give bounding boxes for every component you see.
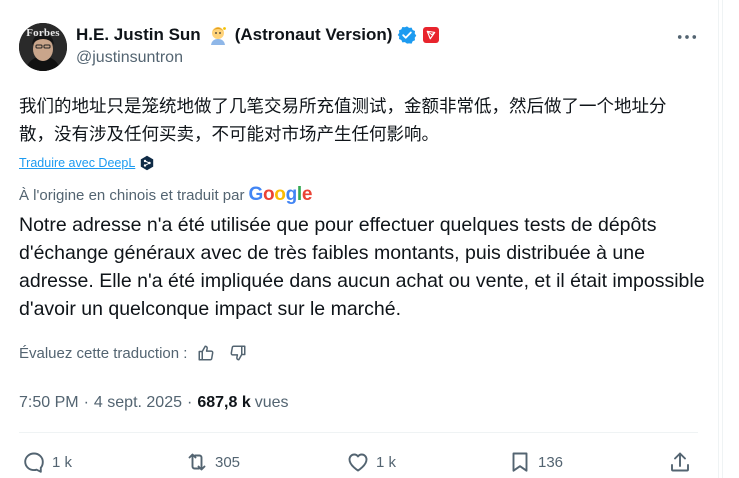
rate-translation-row: Évaluez cette traduction : bbox=[19, 344, 247, 362]
bookmark-button[interactable]: 136 bbox=[508, 450, 563, 474]
share-button[interactable] bbox=[668, 450, 692, 474]
deepl-icon bbox=[139, 155, 155, 171]
reply-button[interactable]: 1 k bbox=[22, 450, 72, 474]
deepl-translate-row: Traduire avec DeepL bbox=[19, 155, 155, 171]
tweet-original-text: 我们的地址只是笼统地做了几笔交易所充值测试，金额非常低，然后做了一个地址分散，没… bbox=[19, 96, 667, 144]
bookmark-icon bbox=[512, 452, 528, 472]
tweet-card: Forbes H.E. Justin Sun (Astronaut Versio… bbox=[0, 0, 719, 478]
tweet-header: H.E. Justin Sun (Astronaut Version) @jus… bbox=[76, 24, 718, 72]
more-dots-icon bbox=[677, 35, 697, 39]
bookmark-count: 136 bbox=[538, 453, 564, 471]
scrollbar[interactable] bbox=[722, 0, 739, 478]
user-handle[interactable]: @justinsuntron bbox=[76, 49, 718, 67]
tweet-metadata: 7:50 PM · 4 sept. 2025 · 687,8 k vues bbox=[19, 394, 289, 412]
divider bbox=[19, 432, 698, 433]
verified-badge-icon[interactable] bbox=[397, 25, 417, 45]
translate-with-deepl-link[interactable]: Traduire avec DeepL bbox=[19, 156, 135, 170]
reply-count: 1 k bbox=[52, 453, 73, 471]
avatar[interactable]: Forbes bbox=[19, 23, 67, 71]
repost-button[interactable]: 305 bbox=[185, 450, 240, 474]
like-button[interactable]: 1 k bbox=[346, 450, 396, 474]
repost-count: 305 bbox=[215, 453, 241, 471]
heart-icon bbox=[348, 453, 368, 472]
reply-icon bbox=[24, 452, 44, 473]
thumbs-up-icon[interactable] bbox=[197, 344, 215, 362]
google-logo: Google bbox=[248, 184, 313, 205]
views-count: 687,8 k bbox=[197, 394, 251, 411]
share-icon bbox=[671, 452, 689, 472]
astronaut-emoji-icon bbox=[207, 24, 229, 46]
repost-icon bbox=[188, 453, 206, 471]
avatar-logo-text: Forbes bbox=[26, 27, 60, 39]
tweet-translated-text: Notre adresse n'a été utilisée que pour … bbox=[19, 214, 705, 320]
rate-translation-label: Évaluez cette traduction : bbox=[19, 344, 188, 362]
display-name-suffix: (Astronaut Version) bbox=[234, 25, 393, 44]
meta-separator: · bbox=[187, 394, 193, 411]
affiliate-badge-icon[interactable] bbox=[423, 27, 440, 43]
translation-origin-row: À l'origine en chinois et traduit par Go… bbox=[19, 184, 312, 206]
thumbs-down-icon[interactable] bbox=[229, 344, 247, 362]
more-options-button[interactable] bbox=[676, 28, 698, 46]
meta-separator: · bbox=[83, 394, 89, 411]
tweet-time[interactable]: 7:50 PM bbox=[19, 394, 79, 412]
tweet-date[interactable]: 4 sept. 2025 bbox=[94, 394, 182, 412]
tweet-actions-bar: 1 k 305 1 k 136 bbox=[0, 450, 719, 478]
translation-origin-label: À l'origine en chinois et traduit par bbox=[19, 186, 245, 204]
display-name[interactable]: H.E. Justin Sun bbox=[76, 25, 201, 45]
views-label: vues bbox=[254, 394, 289, 411]
name-row: H.E. Justin Sun (Astronaut Version) bbox=[76, 24, 718, 46]
like-count: 1 k bbox=[376, 453, 397, 471]
